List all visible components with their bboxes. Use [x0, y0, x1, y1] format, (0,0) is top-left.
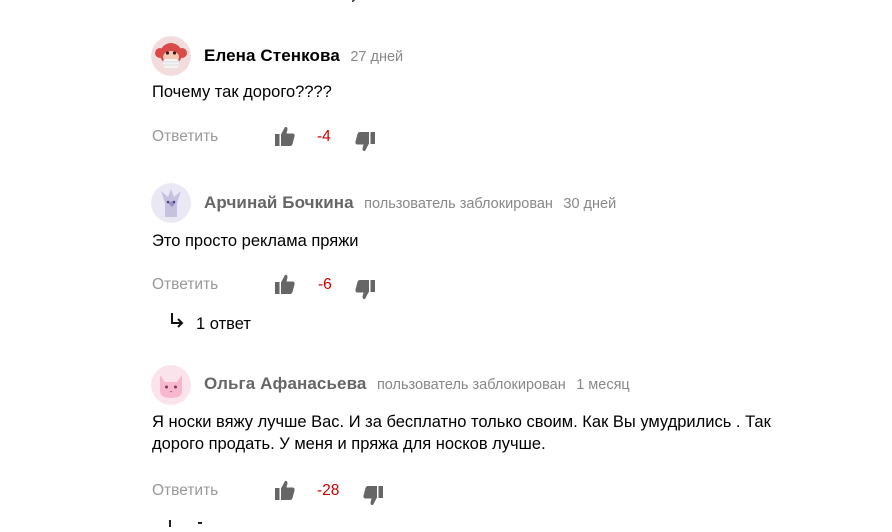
avatar[interactable]: [151, 365, 191, 405]
reply-arrow-icon: [168, 311, 186, 329]
author-name[interactable]: Елена Стенкова: [204, 46, 340, 65]
thumbs-down-icon[interactable]: [362, 485, 384, 507]
reply-arrow-icon: [352, 0, 358, 2]
comment-text: Я носки вяжу лучше Вас. И за бесплатно т…: [152, 411, 852, 455]
author-name[interactable]: Ольга Афанасьева: [204, 374, 366, 393]
avatar[interactable]: [151, 36, 191, 76]
replies-count: 1 ответ: [196, 315, 251, 333]
comment-score: -28: [317, 482, 340, 499]
comment-score: -4: [317, 128, 331, 145]
comment-date: 30 дней: [563, 196, 617, 212]
comment-date: 1 месяц: [576, 377, 630, 393]
lavender-creature-icon: [151, 183, 191, 223]
thumbs-up-icon[interactable]: [274, 125, 296, 147]
pink-cat-icon: [151, 365, 191, 405]
author-name[interactable]: Арчинай Бочкина: [204, 193, 354, 212]
comment-header: Арчинай Бочкина пользователь заблокирова…: [204, 193, 616, 213]
thumbs-down-icon[interactable]: [354, 131, 376, 153]
thumbs-up-icon[interactable]: [274, 273, 296, 295]
comment-text: Это просто реклама пряжи: [152, 232, 359, 250]
comment-score: -6: [318, 276, 332, 293]
reply-button[interactable]: Ответить: [152, 128, 218, 146]
blocked-status: пользователь заблокирован: [364, 196, 553, 212]
avatar[interactable]: [151, 183, 191, 223]
reply-button[interactable]: Ответить: [152, 276, 218, 294]
comment-header: Ольга Афанасьева пользователь заблокиров…: [204, 374, 630, 394]
thumbs-up-icon[interactable]: [274, 479, 296, 501]
thumbs-down-icon[interactable]: [354, 279, 376, 301]
comment-text: Почему так дорого????: [152, 83, 332, 101]
show-replies-button[interactable]: 1 ответ: [168, 311, 251, 334]
reply-arrow-icon: [160, 514, 210, 532]
blocked-status: пользователь заблокирован: [376, 377, 566, 393]
comment-date: 27 дней: [350, 49, 404, 65]
comment-text-line: дорого продать. У меня и пряжа для носко…: [152, 435, 546, 453]
red-monkey-mask-icon: [151, 36, 191, 76]
comment-text-line: Я носки вяжу лучше Вас. И за бесплатно т…: [152, 413, 771, 431]
reply-button[interactable]: Ответить: [152, 482, 218, 500]
comment-header: Елена Стенкова 27 дней: [204, 46, 403, 66]
